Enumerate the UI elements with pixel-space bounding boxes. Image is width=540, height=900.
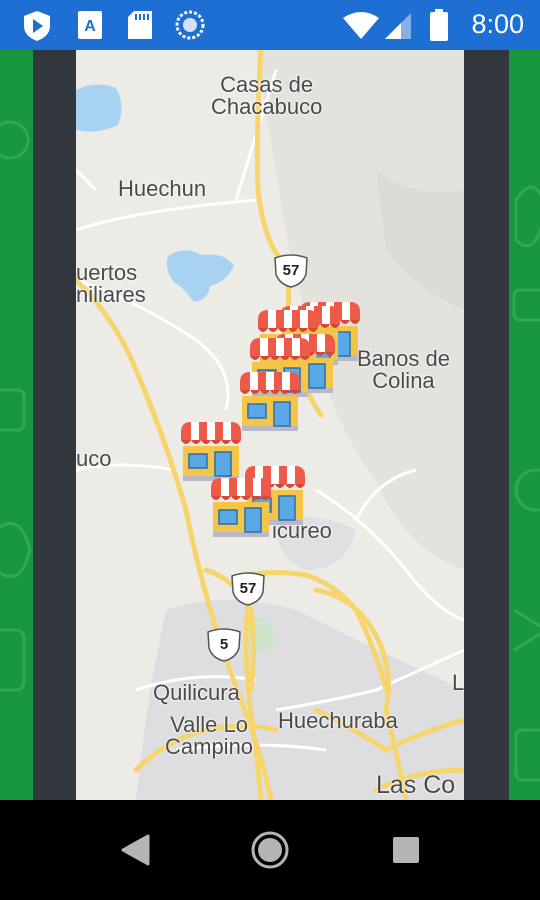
back-button[interactable] xyxy=(120,834,150,866)
place-label-quilicura: Quilicura xyxy=(153,680,240,705)
shield-app-icon xyxy=(24,11,50,41)
signal-icon xyxy=(385,13,411,39)
route-57-shield-north: 57 xyxy=(273,254,309,288)
status-bar: A 8:00 xyxy=(0,0,540,50)
navigation-bar xyxy=(0,800,540,900)
route-number: 57 xyxy=(239,580,257,597)
sync-icon xyxy=(175,10,205,40)
place-label-edge: L xyxy=(452,670,464,695)
wifi-icon xyxy=(343,12,379,39)
route-5-shield: 5 xyxy=(206,628,242,662)
place-label-banos-de-colina: Banos de Colina xyxy=(357,346,450,393)
place-label-chacabuco-partial: uco xyxy=(76,446,112,471)
place-label-huechuraba: Huechuraba xyxy=(278,708,398,733)
font-app-icon: A xyxy=(78,11,102,39)
svg-text:A: A xyxy=(84,18,96,35)
route-number: 57 xyxy=(282,262,300,279)
route-number: 5 xyxy=(219,636,229,653)
clock-time: 8:00 xyxy=(471,9,524,39)
sd-card-icon xyxy=(128,11,152,39)
store-marker[interactable] xyxy=(177,418,245,482)
store-marker[interactable] xyxy=(207,474,275,538)
recents-button[interactable] xyxy=(392,836,420,864)
home-button[interactable] xyxy=(250,830,290,870)
place-label-las-condes: Las Co xyxy=(376,771,456,799)
place-label-casas-de-chacabuco: Casas de Chacabuco xyxy=(211,72,323,119)
battery-icon xyxy=(430,9,448,41)
place-label-puertos-auxiliares: uertos niliares xyxy=(76,260,146,307)
place-label-huechun: Huechun xyxy=(118,176,207,201)
place-label-valle-lo-campino: Valle Lo Campino xyxy=(165,712,254,759)
store-marker[interactable] xyxy=(236,368,304,432)
route-57-shield-south: 57 xyxy=(230,572,266,606)
map-view[interactable]: Casas de Chacabuco Huechun uertos niliares… xyxy=(76,50,464,800)
doodle-pattern-right xyxy=(512,185,540,782)
